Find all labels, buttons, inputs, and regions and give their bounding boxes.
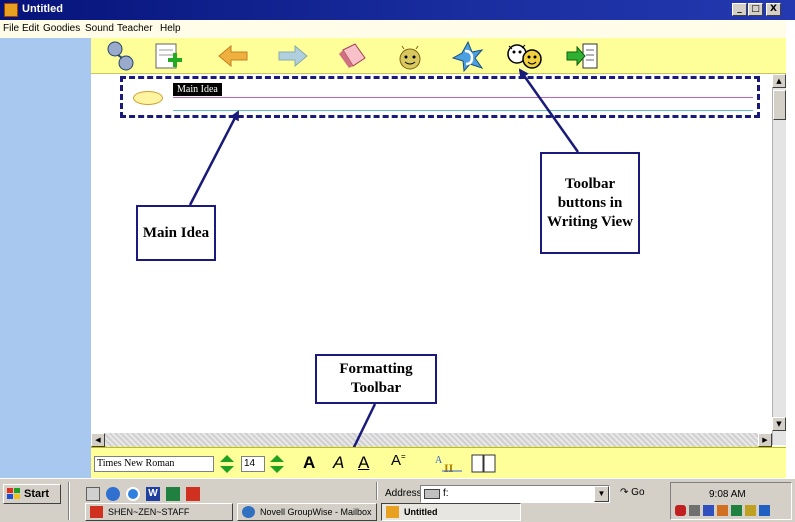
browser-icon[interactable] [106,487,120,501]
presentation-icon[interactable] [186,487,200,501]
task-button-untitled[interactable]: Untitled [381,503,521,521]
address-label: Address [385,488,422,499]
taskbar-divider [68,482,70,520]
go-button[interactable]: ↷ Go [620,487,645,498]
drive-icon [424,489,440,499]
taskbar: Start W Address f: ▼ ↷ Go 9:08 AM SHEN~Z… [0,478,795,522]
windows-logo-icon [7,488,20,499]
app-icon [386,506,399,518]
tray-network-icon[interactable] [703,505,714,516]
taskbar-divider [376,482,378,500]
svg-text:A: A [435,455,443,466]
folder-icon [90,506,103,518]
font-size-stepper-icon[interactable] [269,454,285,474]
task-label: SHEN~ZEN~STAFF [108,507,190,517]
task-label: Novell GroupWise - Mailbox [260,507,372,517]
tray-app-icon[interactable] [759,505,770,516]
tray-app-icon[interactable] [731,505,742,516]
word-icon[interactable]: W [146,487,160,501]
font-select[interactable]: Times New Roman [94,456,214,472]
task-button-groupwise[interactable]: Novell GroupWise - Mailbox [237,503,377,521]
groupwise-icon [242,506,255,518]
tray-antivirus-icon[interactable] [675,505,686,516]
italic-icon[interactable]: A [333,453,344,473]
go-label: Go [631,487,645,498]
text-color-icon[interactable]: A II [434,453,464,475]
start-button[interactable]: Start [3,484,61,504]
system-tray: 9:08 AM [670,482,792,520]
tray-app-icon[interactable] [745,505,756,516]
annotation-arrows [188,68,580,482]
task-button-shen-zen-staff[interactable]: SHEN~ZEN~STAFF [85,503,233,521]
text-size-icon[interactable]: A= [391,452,406,469]
svg-text:II: II [444,461,454,475]
tray-icons [675,505,770,516]
start-label: Start [24,488,50,500]
address-dropdown-icon[interactable]: ▼ [594,486,609,502]
font-size-stepper-icon[interactable] [219,454,235,474]
excel-icon[interactable] [166,487,180,501]
address-field[interactable]: f: [420,485,610,503]
page-layout-icon[interactable] [471,454,497,474]
task-label: Untitled [404,507,438,517]
arrow-toolbar [518,68,580,153]
font-size-field[interactable]: 14 [241,456,265,472]
clock[interactable]: 9:08 AM [709,489,746,500]
show-desktop-icon[interactable] [86,487,100,501]
bold-icon[interactable]: A [303,453,315,473]
tray-app-icon[interactable] [717,505,728,516]
formatting-toolbar: Times New Roman 14 A A A A= A II [91,447,786,478]
arrow-main-idea [188,110,240,206]
media-icon[interactable] [126,487,140,501]
tray-volume-icon[interactable] [689,505,700,516]
go-arrow-icon: ↷ [620,487,629,498]
underline-icon[interactable]: A [358,453,369,473]
address-value: f: [443,488,449,499]
